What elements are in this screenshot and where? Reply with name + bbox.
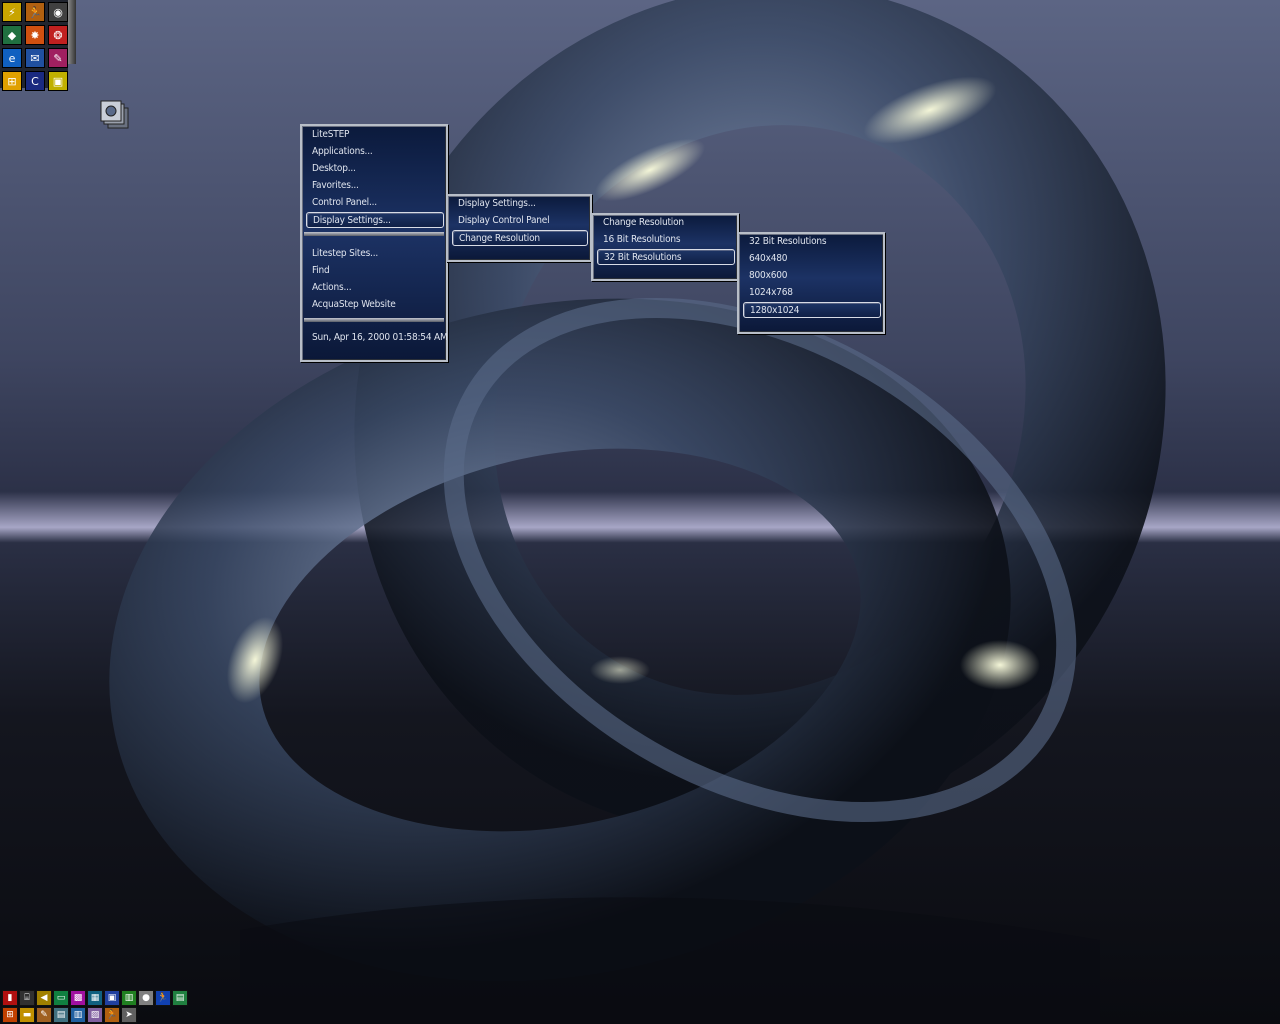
- menu-item-litestep-sites[interactable]: Litestep Sites...: [306, 246, 444, 262]
- shield-icon[interactable]: ◆: [2, 25, 22, 45]
- menu-clock: Sun, Apr 16, 2000 01:58:54 AM: [312, 332, 448, 343]
- menu-item-display-control-panel[interactable]: Display Control Panel: [452, 213, 588, 229]
- notebook-icon[interactable]: ▥: [70, 1007, 86, 1023]
- menu-item-640x480[interactable]: 640x480: [743, 251, 881, 267]
- windows-icon[interactable]: ⊞: [2, 71, 22, 91]
- menu-item-1280x1024[interactable]: 1280x1024: [743, 302, 881, 318]
- runner-icon[interactable]: 🏃: [155, 990, 171, 1006]
- winamp-icon[interactable]: ⚡: [2, 2, 22, 22]
- display-settings-menu: Display Settings... Display Control Pane…: [446, 194, 592, 262]
- internet-explorer-icon[interactable]: e: [2, 48, 22, 68]
- grid-app-icon[interactable]: ▦: [87, 990, 103, 1006]
- menu-item-800x600[interactable]: 800x600: [743, 268, 881, 284]
- menu-item-display-settings[interactable]: Display Settings...: [306, 212, 444, 228]
- chart-icon[interactable]: ▥: [121, 990, 137, 1006]
- menu-title-litestep: LiteSTEP: [312, 129, 350, 140]
- control-panel-icon[interactable]: ▣: [48, 71, 68, 91]
- menu-item-change-resolution[interactable]: Change Resolution: [452, 230, 588, 246]
- menu-item-acquastep-website[interactable]: AcquaStep Website: [306, 297, 444, 313]
- pencil-icon[interactable]: ✎: [36, 1007, 52, 1023]
- menu-item-favorites[interactable]: Favorites...: [306, 178, 444, 194]
- menu-title-change-resolution: Change Resolution: [603, 217, 684, 228]
- printer-icon[interactable]: ▤: [53, 1007, 69, 1023]
- network-drive-icon[interactable]: ⌸: [19, 990, 35, 1006]
- network-icon[interactable]: ✉: [25, 48, 45, 68]
- menu-item-1024x768[interactable]: 1024x768: [743, 285, 881, 301]
- display-icon[interactable]: ▣: [104, 990, 120, 1006]
- pointer-icon[interactable]: ➤: [121, 1007, 137, 1023]
- desktop-computer-icon[interactable]: [100, 100, 132, 132]
- monitor-icon[interactable]: ▭: [53, 990, 69, 1006]
- monitor-eye-icon[interactable]: ◉: [48, 2, 68, 22]
- menu-separator: [304, 232, 444, 236]
- taskbar-row-top: ▮ ⌸ ◀ ▭ ▩ ▦ ▣ ▥ ● 🏃 ▤: [2, 990, 188, 1006]
- wallpaper-art: [109, 0, 1166, 1024]
- speaker-icon[interactable]: ◀: [36, 990, 52, 1006]
- 32-bit-resolutions-menu: 32 Bit Resolutions 640x480 800x600 1024x…: [737, 232, 885, 334]
- mouse-icon[interactable]: ●: [138, 990, 154, 1006]
- menu-item-find[interactable]: Find: [306, 263, 444, 279]
- folder-icon[interactable]: ▬: [19, 1007, 35, 1023]
- runner-small-icon[interactable]: 🏃: [104, 1007, 120, 1023]
- sparkle-icon[interactable]: ✸: [25, 25, 45, 45]
- menu-separator: [304, 318, 444, 322]
- windows-start-icon[interactable]: ⊞: [2, 1007, 18, 1023]
- runner-icon[interactable]: 🏃: [25, 2, 45, 22]
- app-red-icon[interactable]: ▮: [2, 990, 18, 1006]
- change-resolution-menu: Change Resolution 16 Bit Resolutions 32 …: [591, 213, 739, 281]
- screen-icon[interactable]: ▤: [172, 990, 188, 1006]
- menu-item-actions[interactable]: Actions...: [306, 280, 444, 296]
- menu-item-32-bit-resolutions[interactable]: 32 Bit Resolutions: [597, 249, 735, 265]
- color-wheel-icon[interactable]: ❂: [48, 25, 68, 45]
- taskbar-row-bottom: ⊞ ▬ ✎ ▤ ▥ ▨ 🏃 ➤: [2, 1007, 137, 1023]
- image-icon[interactable]: ▨: [87, 1007, 103, 1023]
- menu-item-16-bit-resolutions[interactable]: 16 Bit Resolutions: [597, 232, 735, 248]
- paint-icon[interactable]: ✎: [48, 48, 68, 68]
- shortcut-grid: ⚡ 🏃 ◉ ◆ ✸ ❂ e ✉ ✎ ⊞ C ▣: [0, 0, 68, 91]
- cpp-icon[interactable]: C: [25, 71, 45, 91]
- menu-title-display-settings: Display Settings...: [458, 198, 536, 209]
- menu-item-control-panel[interactable]: Control Panel...: [306, 195, 444, 211]
- palette-icon[interactable]: ▩: [70, 990, 86, 1006]
- main-menu: LiteSTEP Applications... Desktop... Favo…: [300, 124, 448, 362]
- menu-item-desktop[interactable]: Desktop...: [306, 161, 444, 177]
- shortcut-grid-handle[interactable]: [68, 0, 76, 64]
- menu-title-32-bit-resolutions: 32 Bit Resolutions: [749, 236, 827, 247]
- menu-item-applications[interactable]: Applications...: [306, 144, 444, 160]
